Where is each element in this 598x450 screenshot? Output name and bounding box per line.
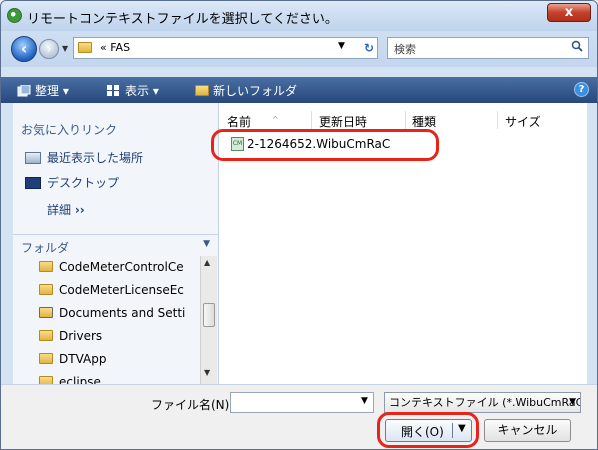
breadcrumb-folder[interactable]: FAS: [110, 41, 130, 54]
column-header-modified[interactable]: 更新日時: [319, 113, 367, 130]
search-placeholder: 検索: [394, 43, 416, 56]
new-folder-button[interactable]: 新しいフォルダ: [195, 82, 297, 99]
address-row: ‹ › ▼ « FAS ▼ ↻ 検索: [1, 31, 597, 67]
column-separator[interactable]: [311, 111, 312, 129]
views-button[interactable]: 表示 ▾: [107, 82, 159, 99]
shortcut-folder-icon: [39, 307, 53, 318]
chevron-down-icon: ▼: [569, 397, 576, 407]
navigation-pane: お気に入りリンク 最近表示した場所 デスクトップ 詳細 ›› フォルダ ▼ Co…: [13, 103, 219, 384]
filename-dropdown-icon[interactable]: ▼: [361, 396, 368, 406]
forward-button[interactable]: ›: [39, 39, 59, 59]
desktop-icon: [25, 177, 41, 189]
column-header-type[interactable]: 種類: [412, 113, 436, 130]
scroll-down-icon[interactable]: ▼: [204, 368, 210, 377]
column-header-size[interactable]: サイズ: [505, 113, 541, 130]
help-icon[interactable]: ?: [574, 82, 589, 97]
tree-item[interactable]: Documents and Setti: [39, 306, 185, 320]
scrollbar-thumb[interactable]: [203, 303, 215, 327]
sidebar-item-desktop[interactable]: デスクトップ: [25, 174, 119, 191]
sidebar-item-label: デスクトップ: [47, 176, 120, 190]
folder-icon: [78, 42, 92, 53]
column-header-label: 名前: [227, 115, 252, 129]
filename-input[interactable]: ▼: [230, 392, 374, 413]
tree-item[interactable]: CodeMeterLicenseEc: [39, 283, 184, 297]
back-button[interactable]: ‹: [11, 36, 37, 62]
folder-icon: [39, 261, 53, 272]
tree-item[interactable]: DTVApp: [39, 352, 106, 366]
cancel-button[interactable]: キャンセル: [484, 419, 571, 442]
file-open-dialog: リモートコンテキストファイルを選択してください。 x ‹ › ▼ « FAS ▼…: [0, 0, 598, 450]
address-path[interactable]: « FAS: [100, 41, 130, 54]
folder-tree: CodeMeterControlCe CodeMeterLicenseEc Do…: [13, 256, 218, 384]
organize-label: 整理: [35, 84, 60, 98]
title-bar: リモートコンテキストファイルを選択してください。 x: [1, 1, 597, 31]
views-icon: [107, 85, 119, 96]
sort-ascending-icon: ^: [272, 115, 279, 124]
command-bar: 整理 ▾ 表示 ▾ 新しいフォルダ ?: [1, 77, 597, 103]
sidebar-item-recent-places[interactable]: 最近表示した場所: [25, 149, 143, 166]
folder-icon: [39, 353, 53, 364]
favorites-title: お気に入りリンク: [21, 123, 118, 137]
folder-scrollbar[interactable]: ▲ ▼: [200, 256, 217, 384]
window-title: リモートコンテキストファイルを選択してください。: [27, 12, 338, 27]
dialog-footer: ファイル名(N): ▼ コンテキストファイル (*.WibuCmRaC ▼ 開く…: [1, 384, 597, 449]
search-input[interactable]: 検索: [387, 37, 589, 59]
app-icon: [7, 8, 22, 23]
tree-item[interactable]: CodeMeterControlCe: [39, 260, 184, 274]
history-dropdown-icon[interactable]: ▼: [62, 44, 68, 53]
organize-icon: [17, 85, 31, 97]
organize-button[interactable]: 整理 ▾: [17, 82, 69, 99]
column-separator[interactable]: [497, 111, 498, 129]
tree-item-label: eclipse: [59, 375, 101, 384]
highlight-open-annotation: [377, 412, 479, 448]
refresh-icon[interactable]: ↻: [360, 39, 378, 57]
views-label: 表示: [125, 84, 150, 98]
column-separator[interactable]: [405, 111, 406, 129]
folder-icon: [39, 330, 53, 341]
highlight-file-annotation: [211, 129, 439, 161]
tree-item[interactable]: eclipse: [39, 375, 101, 384]
tree-item-label: CodeMeterControlCe: [59, 260, 184, 274]
address-dropdown-icon[interactable]: ▼: [338, 41, 345, 51]
breadcrumb-chevron: «: [100, 41, 107, 54]
scroll-up-icon[interactable]: ▲: [204, 258, 210, 267]
folder-icon: [39, 376, 53, 384]
tree-item-label: CodeMeterLicenseEc: [59, 283, 184, 297]
more-label: 詳細: [47, 203, 72, 217]
new-folder-label: 新しいフォルダ: [213, 84, 298, 98]
more-links[interactable]: 詳細 ››: [47, 201, 85, 218]
column-header-name[interactable]: 名前 ^: [227, 113, 279, 130]
folders-header[interactable]: フォルダ ▼: [13, 234, 218, 256]
filename-label: ファイル名(N):: [151, 398, 234, 412]
close-button[interactable]: x: [547, 3, 591, 22]
tree-item-label: Documents and Setti: [59, 306, 186, 320]
search-icon[interactable]: [571, 40, 583, 52]
file-type-value: コンテキストファイル (*.WibuCmRaC: [389, 396, 581, 409]
new-folder-icon: [195, 85, 209, 96]
folders-title: フォルダ: [21, 241, 70, 255]
chevron-down-icon[interactable]: ▼: [203, 239, 210, 249]
sidebar-item-label: 最近表示した場所: [47, 151, 144, 165]
recent-places-icon: [25, 152, 41, 164]
tree-item-label: Drivers: [59, 329, 103, 343]
address-bar[interactable]: « FAS ▼ ↻: [73, 37, 378, 59]
chevron-right-icon: ››: [74, 203, 85, 217]
file-type-select[interactable]: コンテキストファイル (*.WibuCmRaC ▼: [384, 392, 581, 413]
tree-item-label: DTVApp: [59, 352, 107, 366]
tree-item[interactable]: Drivers: [39, 329, 102, 343]
folder-icon: [39, 284, 53, 295]
